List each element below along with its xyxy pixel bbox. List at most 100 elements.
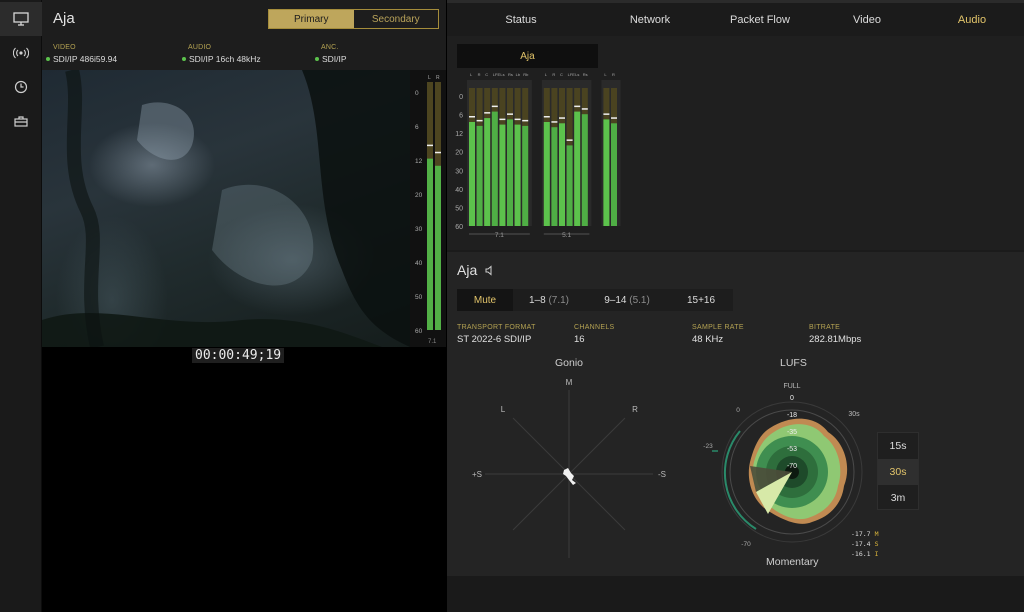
group-channel-label: LFE — [493, 72, 501, 77]
group-meter-level-bar — [499, 124, 506, 226]
tab-channels-15-16[interactable]: 15+16 — [669, 289, 733, 311]
source-title: Aja — [53, 10, 75, 27]
group-meter-level-bar — [507, 119, 513, 226]
program-meter: 0 6 12 20 30 40 50 60 L R 7.1 — [410, 70, 446, 347]
meter-channel-label: L — [428, 75, 431, 81]
meter-channel-label: R — [436, 75, 440, 81]
group-meter-level-bar — [574, 111, 581, 226]
group-scale-label: 20 — [455, 150, 463, 157]
meter-scale-label: 60 — [415, 328, 423, 335]
bottom-band — [447, 576, 1024, 612]
bitrate-value: 282.81Mbps — [809, 334, 862, 345]
tab-mute[interactable]: Mute — [457, 289, 513, 311]
group-channel-label: C — [560, 72, 563, 77]
status-ok-icon — [46, 57, 50, 61]
group-meter-peak-marker — [476, 119, 483, 122]
group-channel-label: R — [612, 72, 615, 77]
gonio-title: Gonio — [555, 357, 584, 369]
gonio-label-plus-s: +S — [472, 470, 482, 479]
loudness-readout-m: -17.7 M — [851, 530, 879, 538]
status-ok-icon — [182, 57, 186, 61]
group-meter-peak-marker — [507, 113, 513, 115]
group-meter-peak-marker — [543, 116, 550, 118]
main-tabs: Status Network Packet Flow Video Audio — [447, 4, 1024, 36]
audio-source-name: Aja — [457, 262, 478, 278]
bitrate-key: BITRATE — [809, 324, 841, 331]
lufs-full-label: FULL — [783, 383, 800, 390]
audio-source-title: Aja — [457, 262, 496, 278]
tab-channels-1-8[interactable]: 1–8 (7.1) — [513, 289, 585, 311]
group-channel-label: L — [470, 72, 473, 77]
group-channel-label: L — [604, 72, 607, 77]
details-panel: Status Network Packet Flow Video Audio A… — [446, 0, 1024, 612]
gonio-label-m: M — [566, 378, 573, 387]
broadcast-icon — [13, 47, 29, 59]
meter-scale-label: 0 — [415, 90, 419, 97]
sample-rate-key: SAMPLE RATE — [692, 324, 744, 331]
meter-scale-label: 6 — [415, 124, 419, 131]
lufs-ring-label-0: 0 — [790, 395, 794, 402]
meter-peak-marker — [435, 151, 441, 154]
video-frame-artwork — [42, 70, 410, 347]
broadcast-nav-button[interactable] — [0, 36, 42, 70]
source-panel: Aja Primary Secondary VIDEO SDI/IP 486i5… — [42, 0, 446, 612]
tab-audio[interactable]: Audio — [919, 4, 1024, 36]
group-meter-peak-marker — [484, 112, 491, 114]
group-meter-peak-marker — [603, 113, 610, 115]
monitor-nav-button[interactable] — [0, 2, 42, 36]
meter-scale-label: 12 — [415, 158, 423, 165]
transport-format-value: ST 2022-6 SDI/IP — [457, 334, 532, 345]
primary-button[interactable]: Primary — [269, 10, 354, 28]
time-option-3m[interactable]: 3m — [878, 485, 918, 511]
lufs-window-label: 30s — [848, 411, 860, 418]
group-meter-peak-marker — [514, 118, 521, 121]
gonio-label-l: L — [501, 405, 506, 414]
meter-level-bar — [427, 158, 433, 330]
group-scale-label: 0 — [459, 94, 463, 101]
loudness-readout-s: -17.4 S — [851, 540, 879, 548]
group-scale-label: 6 — [459, 113, 463, 120]
group-meter-peak-marker — [551, 121, 558, 123]
meter-level-bar — [435, 165, 441, 330]
toolbox-icon — [14, 116, 28, 127]
speaker-icon[interactable] — [485, 264, 496, 276]
lufs-ring-label-53: -53 — [787, 446, 797, 453]
group-channel-label: LFE — [568, 72, 576, 77]
group-channel-label: L — [545, 72, 548, 77]
group-meter-level-bar — [611, 123, 617, 226]
meter-scale-label: 40 — [415, 260, 423, 267]
group-label: 7.1 — [495, 232, 504, 239]
tab-video[interactable]: Video — [815, 4, 919, 36]
group-meter-peak-marker — [581, 108, 588, 110]
toolbox-nav-button[interactable] — [0, 104, 42, 138]
group-scale-label: 30 — [455, 168, 463, 175]
meter-peak-marker — [427, 144, 433, 147]
video-preview[interactable] — [42, 70, 410, 347]
group-channel-label: Lb — [516, 72, 521, 77]
audio-signal-key: AUDIO — [188, 44, 212, 51]
meter-scale-label: 50 — [415, 294, 423, 301]
tab-network[interactable]: Network — [595, 4, 705, 36]
program-meter-svg: 0 6 12 20 30 40 50 60 L R 7.1 — [415, 75, 441, 345]
lufs-gauge-zero: 0 — [736, 407, 740, 414]
tab-channels-9-14[interactable]: 9–14 (5.1) — [585, 289, 669, 311]
secondary-button[interactable]: Secondary — [354, 10, 439, 28]
time-option-30s[interactable]: 30s — [878, 459, 918, 485]
group-channel-label: Rs — [583, 72, 588, 77]
stream-selector: Primary Secondary — [268, 9, 439, 29]
group-scale-label: 60 — [455, 224, 463, 231]
transport-format-key: TRANSPORT FORMAT — [457, 324, 536, 331]
history-nav-button[interactable] — [0, 70, 42, 104]
video-signal-value: SDI/IP 486i59.94 — [46, 54, 117, 64]
group-meter-peak-marker — [499, 118, 506, 121]
source-header: Aja Primary Secondary VIDEO SDI/IP 486i5… — [42, 0, 446, 70]
group-channel-label: Ls — [500, 72, 504, 77]
timecode: 00:00:49;19 — [192, 348, 285, 363]
tab-status[interactable]: Status — [447, 4, 595, 36]
tab-packet-flow[interactable]: Packet Flow — [705, 4, 815, 36]
goniometer: M L R +S -S — [472, 378, 666, 558]
time-option-15s[interactable]: 15s — [878, 433, 918, 459]
group-meter-level-bar — [476, 125, 483, 226]
group-meter-peak-marker — [559, 117, 565, 119]
lufs-gauge-minus-70: -70 — [741, 541, 751, 548]
